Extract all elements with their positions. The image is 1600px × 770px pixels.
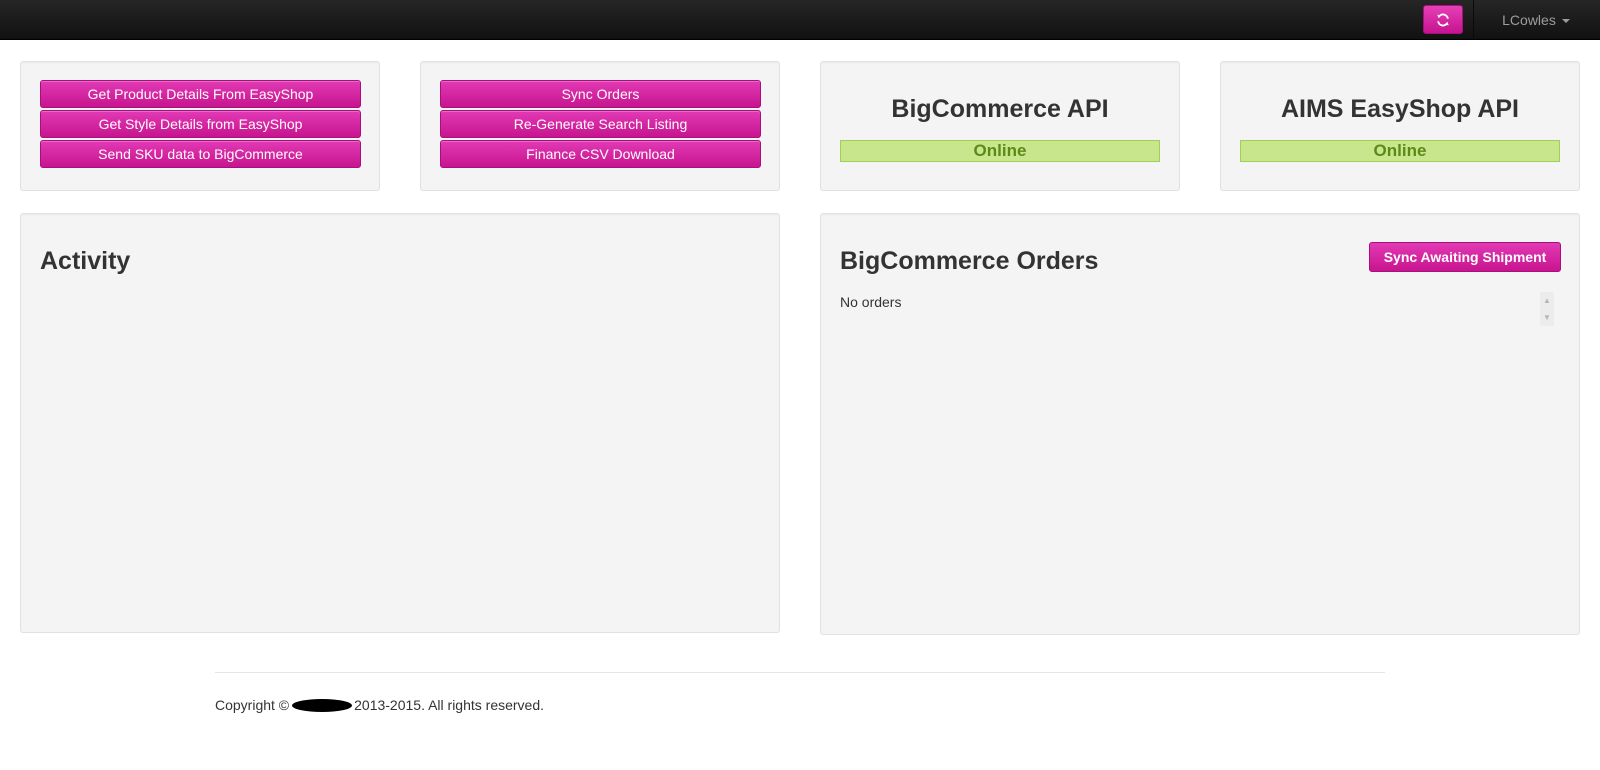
refresh-button[interactable] [1423, 5, 1463, 34]
caret-down-icon [1561, 19, 1570, 23]
bigcommerce-orders-panel: BigCommerce Orders Sync Awaiting Shipmen… [820, 213, 1580, 635]
scroll-up-icon[interactable]: ▲ [1540, 292, 1554, 309]
refresh-icon [1437, 13, 1449, 26]
regenerate-search-listing-button[interactable]: Re-Generate Search Listing [440, 110, 761, 138]
easyshop-api-title: AIMS EasyShop API [1280, 95, 1519, 123]
bigcommerce-api-status-panel: BigCommerce API Online [820, 61, 1180, 191]
easyshop-api-status-badge: Online [1240, 140, 1560, 162]
footer-copyright-prefix: Copyright © [215, 697, 290, 713]
orders-empty-text: No orders [840, 294, 902, 310]
get-product-details-button[interactable]: Get Product Details From EasyShop [40, 80, 361, 108]
easyshop-api-status-panel: AIMS EasyShop API Online [1220, 61, 1580, 191]
activity-panel: Activity [20, 213, 780, 633]
nav-divider [1473, 0, 1474, 40]
footer: Copyright © 2013-2015. All rights reserv… [215, 697, 544, 713]
finance-csv-download-button[interactable]: Finance CSV Download [440, 140, 761, 168]
orders-title: BigCommerce Orders [840, 247, 1099, 275]
order-actions-panel: Sync Orders Re-Generate Search Listing F… [420, 61, 780, 191]
sync-awaiting-shipment-button[interactable]: Sync Awaiting Shipment [1369, 242, 1561, 272]
footer-divider [215, 672, 1385, 673]
send-sku-data-button[interactable]: Send SKU data to BigCommerce [40, 140, 361, 168]
get-style-details-button[interactable]: Get Style Details from EasyShop [40, 110, 361, 138]
orders-scrollbar[interactable]: ▲ ▼ [1540, 292, 1554, 326]
sync-orders-button[interactable]: Sync Orders [440, 80, 761, 108]
top-navbar: LCowles [0, 0, 1600, 40]
user-name: LCowles [1502, 12, 1556, 28]
easyshop-actions-panel: Get Product Details From EasyShop Get St… [20, 61, 380, 191]
activity-title: Activity [40, 247, 131, 275]
bigcommerce-api-title: BigCommerce API [891, 95, 1109, 123]
scroll-down-icon[interactable]: ▼ [1540, 309, 1554, 326]
redacted-company-name [292, 698, 353, 712]
footer-copyright-suffix: 2013-2015. All rights reserved. [354, 697, 545, 713]
bigcommerce-api-status-badge: Online [840, 140, 1160, 162]
user-menu-dropdown[interactable]: LCowles [1486, 0, 1586, 40]
